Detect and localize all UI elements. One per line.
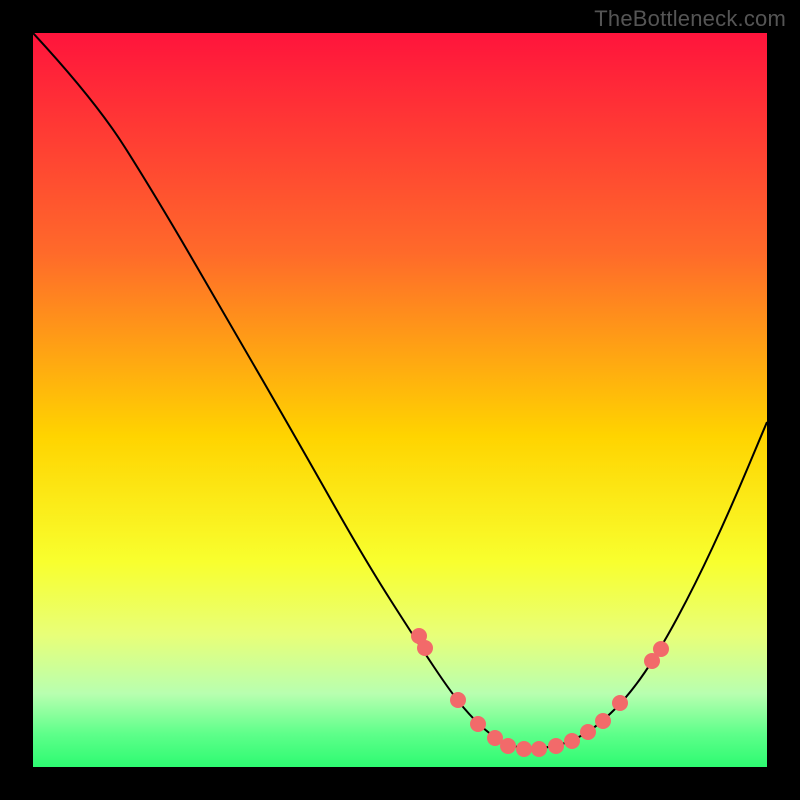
highlight-point [548, 738, 564, 754]
highlight-point [470, 716, 486, 732]
highlight-point [500, 738, 516, 754]
highlight-point [516, 741, 532, 757]
highlight-point [450, 692, 466, 708]
highlight-point [531, 741, 547, 757]
watermark-text: TheBottleneck.com [594, 6, 786, 32]
bottleneck-chart [0, 0, 800, 800]
highlight-point [417, 640, 433, 656]
highlight-point [653, 641, 669, 657]
highlight-point [580, 724, 596, 740]
highlight-point [595, 713, 611, 729]
highlight-point [612, 695, 628, 711]
chart-frame: TheBottleneck.com [0, 0, 800, 800]
highlight-point [564, 733, 580, 749]
